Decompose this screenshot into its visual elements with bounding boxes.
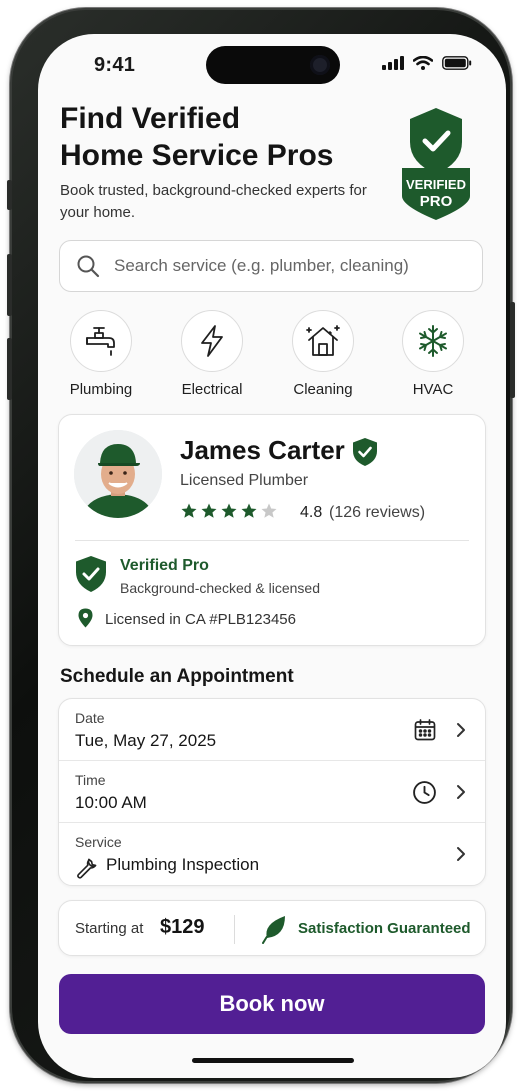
faucet-icon — [86, 327, 115, 356]
signal-icon — [382, 56, 404, 70]
license-number: Licensed in CA #PLB123456 — [105, 611, 296, 628]
verified-pro-shield-icon — [76, 556, 106, 592]
status-time: 9:41 — [94, 54, 136, 76]
chevron-right-icon — [457, 785, 465, 799]
star-rating — [180, 502, 278, 520]
title-line-2: Home Service Pros — [60, 139, 334, 172]
home-indicator[interactable] — [192, 1058, 354, 1063]
badge-text-line-2: PRO — [420, 193, 453, 210]
location-pin-icon — [78, 608, 93, 628]
badge-shield-icon — [410, 108, 462, 174]
volume-up-button — [7, 254, 12, 316]
power-button — [510, 302, 515, 398]
service-row[interactable]: Service Plumbing Inspection — [59, 823, 485, 885]
time-row[interactable]: Time 10:00 AM — [59, 761, 485, 823]
category-label: Cleaning — [293, 381, 353, 398]
category-cleaning[interactable]: Cleaning — [275, 310, 371, 398]
category-icon-circle — [402, 310, 464, 372]
lightning-icon — [201, 325, 223, 357]
row-label: Service — [75, 834, 122, 850]
row-label: Time — [75, 772, 106, 788]
appointment-card: Date Tue, May 27, 2025 Time 10:00 AM Ser… — [58, 698, 486, 886]
book-now-button[interactable]: Book now — [59, 974, 485, 1034]
wifi-icon — [413, 56, 433, 70]
vertical-divider — [234, 915, 235, 944]
search-input[interactable] — [114, 241, 474, 291]
search-bar[interactable] — [59, 240, 483, 292]
battery-icon — [442, 56, 472, 70]
starting-at-label: Starting at — [75, 920, 144, 937]
category-label: HVAC — [412, 381, 454, 398]
star-icon — [221, 503, 237, 518]
category-icon-circle — [292, 310, 354, 372]
star-icon — [181, 503, 197, 518]
pro-title: Licensed Plumber — [180, 472, 309, 489]
screen: 9:41 Find Verified Home Service Pros Boo… — [38, 34, 506, 1078]
satisfaction-guarantee: Satisfaction Guaranteed — [298, 920, 471, 937]
house-sparkle-icon — [306, 325, 340, 356]
calendar-icon — [414, 719, 436, 741]
chevron-right-icon — [457, 723, 465, 737]
phone-frame: 9:41 Find Verified Home Service Pros Boo… — [7, 8, 515, 1083]
pro-name: James Carter — [180, 435, 345, 465]
wrench-icon — [77, 858, 97, 879]
row-label: Date — [75, 710, 105, 726]
badge-text-line-1: VERIFIED — [406, 177, 466, 192]
star-empty-icon — [261, 503, 277, 518]
category-hvac[interactable]: HVAC — [385, 310, 481, 398]
verified-pro-badge: VERIFIED PRO — [402, 108, 470, 220]
star-icon — [201, 503, 217, 518]
divider — [75, 540, 469, 541]
avatar — [74, 430, 162, 518]
pricing-card: Starting at $129 Satisfaction Guaranteed — [58, 900, 486, 956]
rating-value: 4.8 — [300, 504, 323, 521]
leaf-icon — [262, 916, 285, 944]
category-icon-circle — [181, 310, 243, 372]
price: $129 — [160, 916, 205, 938]
category-icon-circle — [70, 310, 132, 372]
clock-icon — [413, 781, 436, 804]
row-value: 10:00 AM — [75, 793, 147, 812]
date-row[interactable]: Date Tue, May 27, 2025 — [59, 699, 485, 761]
page-subtitle: Book trusted, background-checked experts… — [60, 182, 367, 221]
chevron-right-icon — [457, 847, 465, 861]
category-label: Plumbing — [69, 381, 133, 398]
title-line-1: Find Verified — [60, 102, 241, 135]
status-icons — [382, 56, 472, 70]
verified-pro-title: Verified Pro — [120, 557, 209, 574]
category-electrical[interactable]: Electrical — [164, 310, 260, 398]
action-button — [7, 180, 12, 210]
star-icon — [241, 503, 257, 518]
front-camera — [310, 55, 330, 75]
dynamic-island — [206, 46, 340, 84]
volume-down-button — [7, 338, 12, 400]
row-value: Plumbing Inspection — [106, 855, 260, 874]
verified-pro-subtitle: Background-checked & licensed — [120, 580, 321, 596]
schedule-heading: Schedule an Appointment — [60, 666, 294, 687]
search-icon — [77, 255, 100, 278]
pro-profile-card[interactable]: James Carter Licensed Plumber 4.8 (126 r… — [58, 414, 486, 646]
category-plumbing[interactable]: Plumbing — [53, 310, 149, 398]
verified-shield-icon — [353, 438, 377, 466]
snowflake-icon — [419, 325, 447, 357]
row-value: Tue, May 27, 2025 — [75, 731, 217, 750]
category-label: Electrical — [181, 381, 243, 398]
review-count[interactable]: (126 reviews) — [329, 504, 425, 522]
avatar-illustration — [74, 430, 162, 518]
page-title: Find Verified Home Service Pros — [60, 100, 380, 174]
